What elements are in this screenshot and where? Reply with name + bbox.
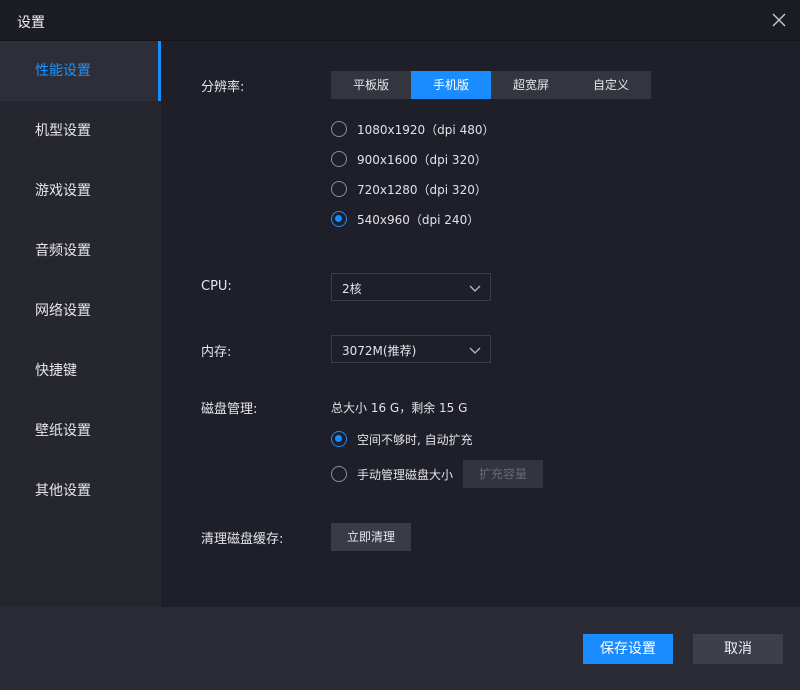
- radio-button[interactable]: [331, 181, 347, 197]
- memory-select[interactable]: 3072M(推荐): [331, 335, 491, 363]
- close-icon[interactable]: [768, 9, 790, 31]
- sidebar-item-game[interactable]: 游戏设置: [0, 161, 161, 221]
- cpu-label: CPU:: [201, 279, 232, 294]
- clear-cache-label: 清理磁盘缓存:: [201, 532, 284, 547]
- disk-option-manual[interactable]: 手动管理磁盘大小: [331, 465, 453, 483]
- sidebar-item-audio[interactable]: 音频设置: [0, 221, 161, 281]
- disk-size-info: 总大小 16 G，剩余 15 G: [331, 401, 468, 415]
- radio-button[interactable]: [331, 466, 347, 482]
- expand-capacity-button[interactable]: 扩充容量: [463, 460, 543, 488]
- tab-ultrawide[interactable]: 超宽屏: [491, 71, 571, 99]
- radio-label: 540x960（dpi 240）: [357, 212, 480, 227]
- radio-label: 900x1600（dpi 320）: [357, 152, 487, 167]
- window-title: 设置: [17, 15, 45, 31]
- resolution-option-900[interactable]: 900x1600（dpi 320）: [331, 150, 487, 168]
- radio-label: 720x1280（dpi 320）: [357, 182, 487, 197]
- radio-label: 1080x1920（dpi 480）: [357, 122, 495, 137]
- radio-label: 手动管理磁盘大小: [357, 467, 454, 482]
- settings-sidebar: 性能设置 机型设置 游戏设置 音频设置 网络设置 快捷键 壁纸设置 其他设置: [0, 41, 161, 607]
- tab-phone[interactable]: 手机版: [411, 71, 491, 99]
- radio-button-checked[interactable]: [331, 211, 347, 227]
- radio-button-checked[interactable]: [331, 431, 347, 447]
- title-bar: 设置: [0, 0, 800, 41]
- disk-option-auto-expand[interactable]: 空间不够时, 自动扩充: [331, 430, 473, 448]
- radio-label: 空间不够时, 自动扩充: [357, 432, 473, 447]
- cpu-value: 2核: [342, 282, 362, 296]
- chevron-down-icon: [468, 343, 482, 357]
- sidebar-item-device-model[interactable]: 机型设置: [0, 101, 161, 161]
- sidebar-item-other[interactable]: 其他设置: [0, 461, 161, 521]
- tab-custom[interactable]: 自定义: [571, 71, 651, 99]
- resolution-option-720[interactable]: 720x1280（dpi 320）: [331, 180, 487, 198]
- sidebar-item-network[interactable]: 网络设置: [0, 281, 161, 341]
- radio-button[interactable]: [331, 121, 347, 137]
- resolution-option-1080[interactable]: 1080x1920（dpi 480）: [331, 120, 494, 138]
- cpu-select[interactable]: 2核: [331, 273, 491, 301]
- settings-panel: 分辨率: 平板版 手机版 超宽屏 自定义 1080x1920（dpi 480） …: [161, 41, 800, 607]
- footer-bar: 保存设置 取消: [0, 607, 800, 690]
- radio-button[interactable]: [331, 151, 347, 167]
- memory-value: 3072M(推荐): [342, 344, 417, 358]
- sidebar-item-shortcuts[interactable]: 快捷键: [0, 341, 161, 401]
- save-settings-button[interactable]: 保存设置: [583, 634, 673, 664]
- resolution-tabs: 平板版 手机版 超宽屏 自定义: [331, 71, 651, 99]
- resolution-label: 分辨率:: [201, 80, 245, 95]
- chevron-down-icon: [468, 281, 482, 295]
- memory-label: 内存:: [201, 345, 232, 360]
- disk-label: 磁盘管理:: [201, 402, 258, 417]
- tab-tablet[interactable]: 平板版: [331, 71, 411, 99]
- sidebar-item-performance[interactable]: 性能设置: [0, 41, 161, 101]
- cancel-button[interactable]: 取消: [693, 634, 783, 664]
- resolution-option-540[interactable]: 540x960（dpi 240）: [331, 210, 479, 228]
- sidebar-item-wallpaper[interactable]: 壁纸设置: [0, 401, 161, 461]
- clear-now-button[interactable]: 立即清理: [331, 523, 411, 551]
